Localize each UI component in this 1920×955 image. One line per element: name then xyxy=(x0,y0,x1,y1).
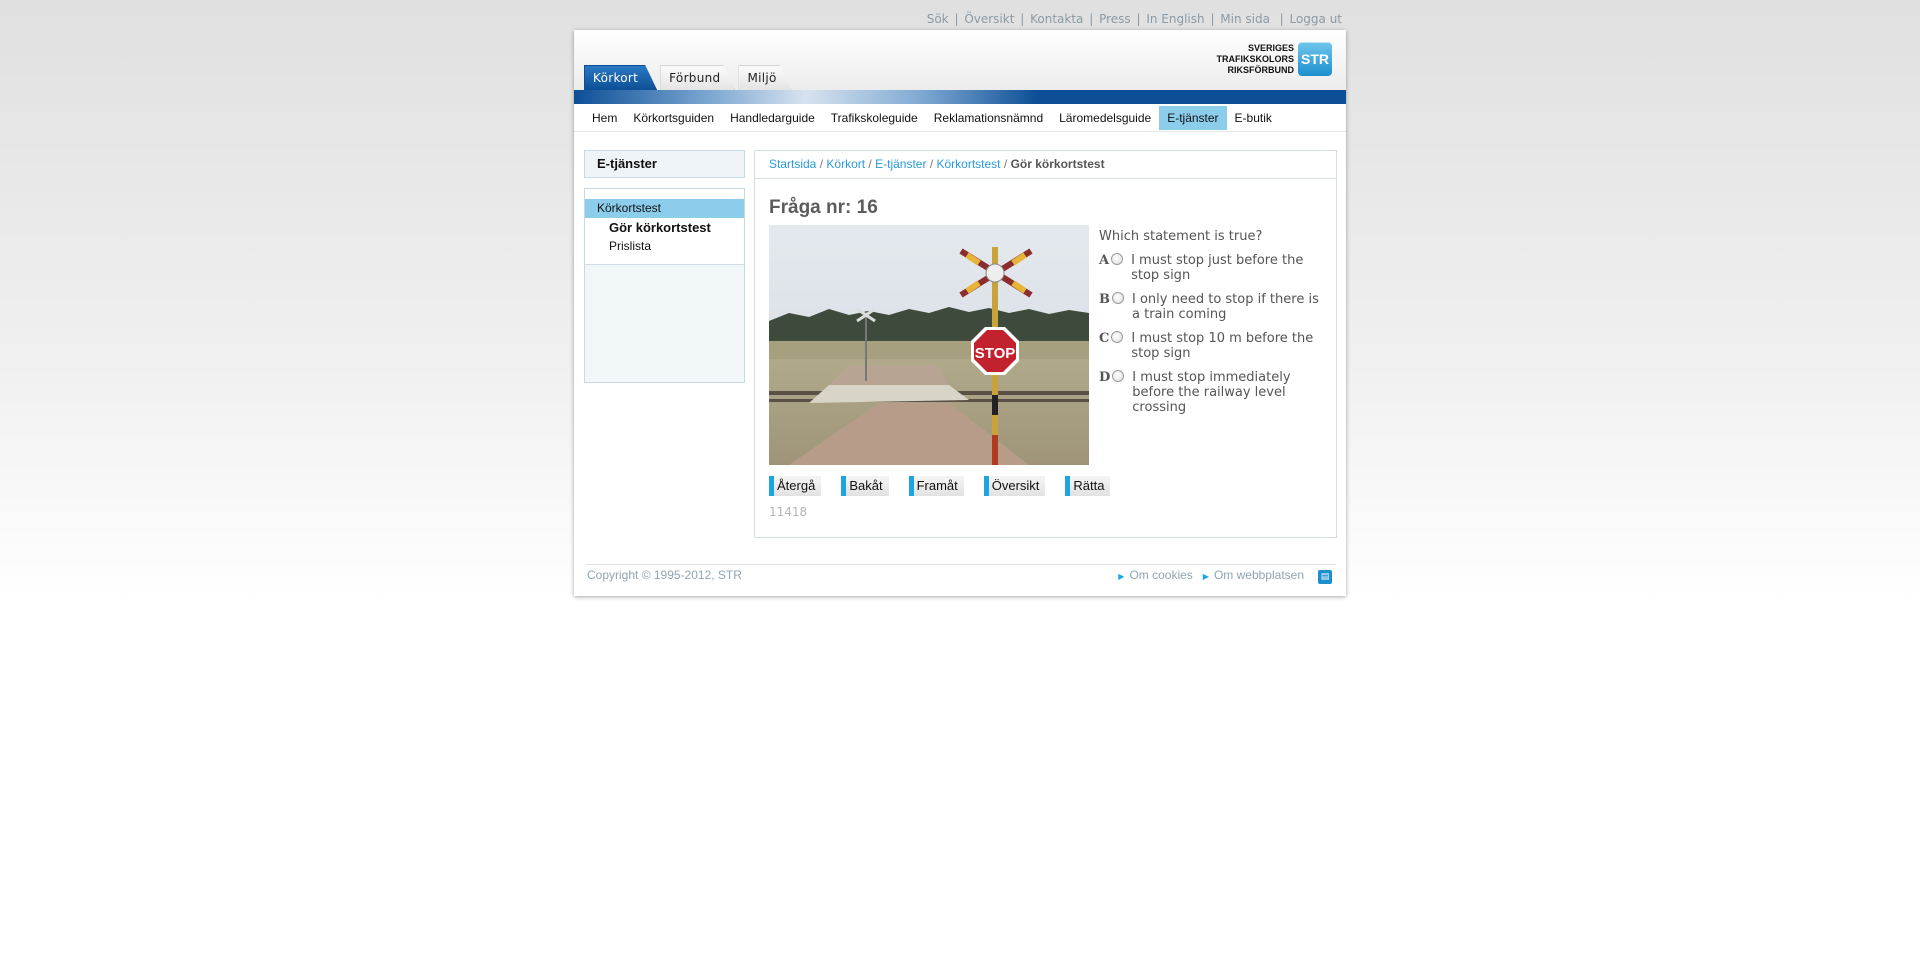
breadcrumb-current: Gör körkortstest xyxy=(1010,157,1105,171)
top-link-search[interactable]: Sök xyxy=(927,12,949,26)
footer-link-cookies[interactable]: Om cookies xyxy=(1129,568,1192,582)
answer-option: C I must stop 10 m before the stop sign xyxy=(1099,331,1329,361)
forward-button[interactable]: Framåt xyxy=(908,476,964,496)
question-photo: STOP xyxy=(769,225,1089,465)
correct-button[interactable]: Rätta xyxy=(1065,476,1111,496)
sidebar-item-prislista[interactable]: Prislista xyxy=(585,237,744,256)
menu-item-hem[interactable]: Hem xyxy=(584,106,625,130)
footer-link-about[interactable]: Om webbplatsen xyxy=(1214,568,1304,582)
main-menu: Hem Körkortsguiden Handledarguide Trafik… xyxy=(584,106,1280,130)
sidebar: Körkortstest Gör körkortstest Prislista xyxy=(584,188,745,383)
copyright: Copyright © 1995-2012, STR xyxy=(587,568,742,582)
question-text: Which statement is true? xyxy=(1099,229,1263,244)
breadcrumb: Startsida / Körkort / E-tjänster / Körko… xyxy=(755,151,1336,179)
top-link-my-page[interactable]: Min sida xyxy=(1220,12,1270,26)
answer-radio-c[interactable] xyxy=(1111,331,1124,343)
answer-letter: D xyxy=(1099,370,1111,385)
menu-item-laromedelsguide[interactable]: Läromedelsguide xyxy=(1051,106,1159,130)
breadcrumb-korkort[interactable]: Körkort xyxy=(826,157,865,171)
tab-miljo[interactable]: Miljö xyxy=(738,65,791,90)
top-link-overview[interactable]: Översikt xyxy=(964,12,1014,26)
logo-badge: STR xyxy=(1298,42,1332,76)
breadcrumb-startsida[interactable]: Startsida xyxy=(769,157,816,171)
breadcrumb-korkortstest[interactable]: Körkortstest xyxy=(937,157,1001,171)
print-icon[interactable]: ▤ xyxy=(1318,570,1332,584)
question-buttons: Återgå Bakåt Framåt Översikt Rätta xyxy=(769,476,1130,496)
answer-text: I must stop just before the stop sign xyxy=(1131,253,1304,283)
top-links: Sök | Översikt | Kontakta | Press | In E… xyxy=(926,12,1342,26)
answer-letter: A xyxy=(1099,253,1110,268)
stop-sign-text: STOP xyxy=(975,345,1016,362)
answer-radio-d[interactable] xyxy=(1112,370,1125,382)
main-tabs: Körkort Förbund Miljö xyxy=(584,65,795,90)
top-link-logout[interactable]: Logga ut xyxy=(1289,12,1342,26)
header: Körkort Förbund Miljö SVERIGES TRAFIKSKO… xyxy=(574,30,1346,90)
question-id: 11418 xyxy=(769,505,808,519)
tab-forbund[interactable]: Förbund xyxy=(660,65,735,90)
header-band xyxy=(574,90,1346,104)
footer-links: ▶ Om cookies ▶ Om webbplatsen xyxy=(1118,568,1304,582)
breadcrumb-e-tjanster[interactable]: E-tjänster xyxy=(875,157,926,171)
menu-item-trafikskoleguide[interactable]: Trafikskoleguide xyxy=(823,106,926,130)
overview-button[interactable]: Översikt xyxy=(983,476,1046,496)
arrow-icon: ▶ xyxy=(1118,572,1125,581)
menu-item-korkortsguiden[interactable]: Körkortsguiden xyxy=(625,106,722,130)
top-link-press[interactable]: Press xyxy=(1099,12,1131,26)
top-link-contact[interactable]: Kontakta xyxy=(1030,12,1083,26)
answer-radio-b[interactable] xyxy=(1112,292,1124,304)
question-title: Fråga nr: 16 xyxy=(769,197,878,218)
answer-list: A I must stop just before the stop sign … xyxy=(1099,253,1329,424)
tab-korkort[interactable]: Körkort xyxy=(584,65,657,90)
sidebar-item-gor-korkortstest[interactable]: Gör körkortstest xyxy=(585,218,744,237)
sidebar-title: E-tjänster xyxy=(584,150,745,178)
menu-item-handledarguide[interactable]: Handledarguide xyxy=(722,106,823,130)
top-link-english[interactable]: In English xyxy=(1146,12,1204,26)
str-logo[interactable]: SVERIGES TRAFIKSKOLORS RIKSFÖRBUND STR xyxy=(1216,42,1332,76)
answer-option: D I must stop immediately before the rai… xyxy=(1099,370,1329,415)
page-frame: Körkort Förbund Miljö SVERIGES TRAFIKSKO… xyxy=(574,30,1346,596)
arrow-icon: ▶ xyxy=(1202,572,1209,581)
menu-item-reklamationsnamnd[interactable]: Reklamationsnämnd xyxy=(926,106,1051,130)
answer-text: I must stop immediately before the railw… xyxy=(1132,370,1291,415)
answer-text: I must stop 10 m before the stop sign xyxy=(1131,331,1314,361)
footer-divider xyxy=(586,564,1336,565)
sidebar-item-korkortstest[interactable]: Körkortstest xyxy=(585,199,744,218)
answer-letter: B xyxy=(1099,292,1110,307)
answer-text: I only need to stop if there is a train … xyxy=(1132,292,1319,322)
main-content: Startsida / Körkort / E-tjänster / Körko… xyxy=(754,150,1337,538)
answer-option: B I only need to stop if there is a trai… xyxy=(1099,292,1329,322)
answer-letter: C xyxy=(1099,331,1110,346)
back-button[interactable]: Bakåt xyxy=(841,476,889,496)
menu-divider xyxy=(574,131,1346,132)
logo-text: SVERIGES TRAFIKSKOLORS RIKSFÖRBUND xyxy=(1216,42,1295,75)
railway-crossing-image: STOP xyxy=(769,225,1089,465)
return-button[interactable]: Återgå xyxy=(769,476,822,496)
menu-item-e-tjanster[interactable]: E-tjänster xyxy=(1159,106,1227,130)
answer-option: A I must stop just before the stop sign xyxy=(1099,253,1329,283)
answer-radio-a[interactable] xyxy=(1111,253,1124,265)
menu-item-e-butik[interactable]: E-butik xyxy=(1227,106,1280,130)
sidebar-nav: Körkortstest Gör körkortstest Prislista xyxy=(585,189,744,265)
